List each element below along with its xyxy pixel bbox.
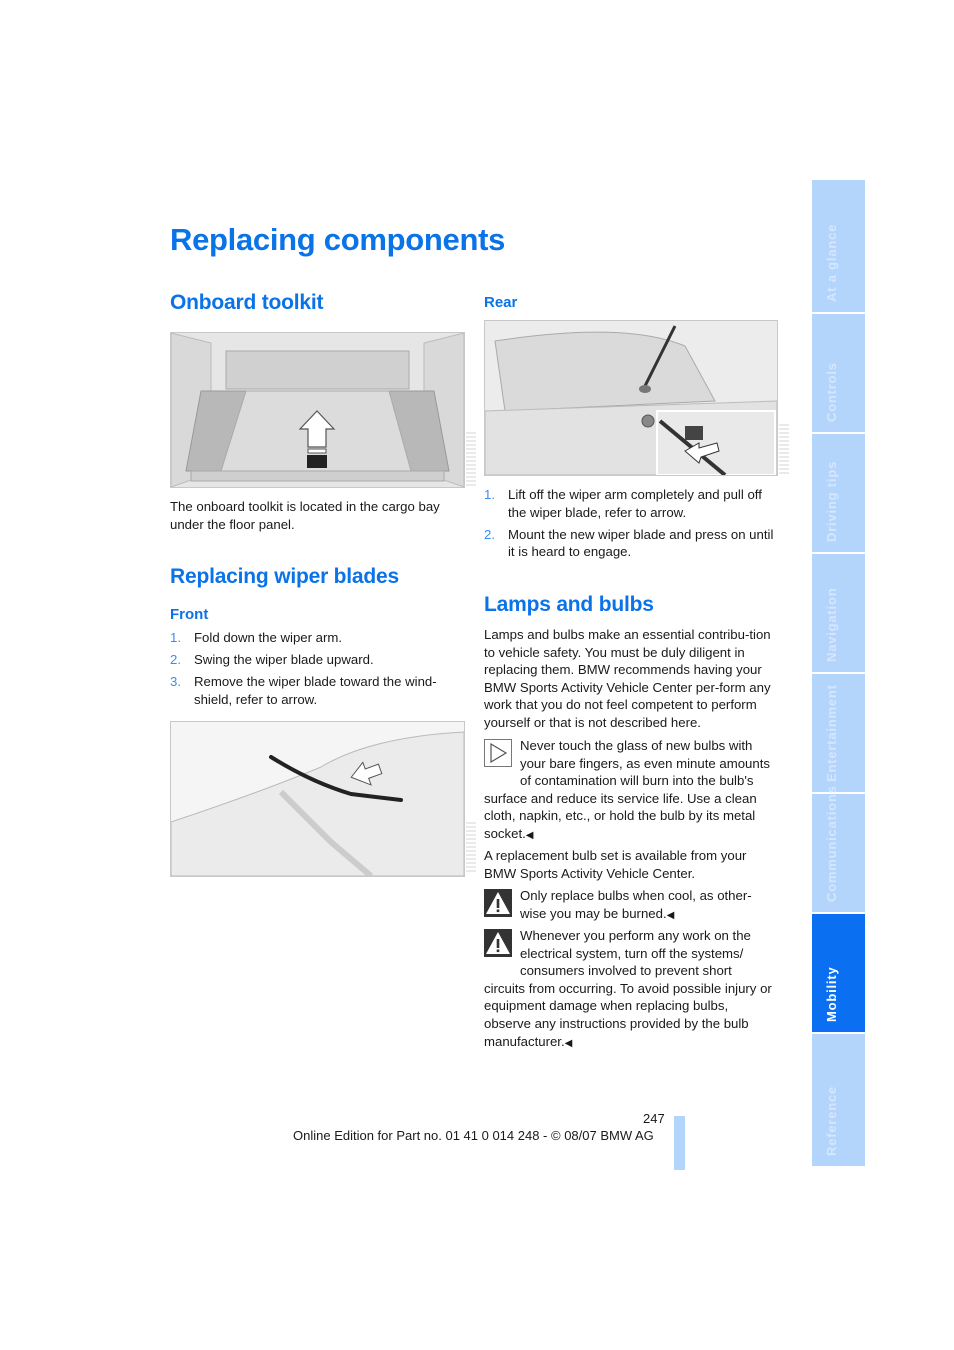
step-text: Swing the wiper blade upward. [194, 652, 374, 668]
front-wiper-illustration [170, 721, 465, 877]
step-text: Fold down the wiper arm. [194, 630, 343, 645]
list-item: 3. Remove the wiper blade toward the wind… [170, 673, 462, 708]
rear-heading: Rear [484, 294, 518, 311]
footer-text: Online Edition for Part no. 01 41 0 014 … [293, 1128, 654, 1143]
figure-code-mark [779, 424, 789, 474]
figure-code-mark [466, 822, 476, 874]
end-marker-icon: ◀ [564, 1037, 573, 1049]
list-item: 1. Lift off the wiper arm completely and … [484, 486, 776, 521]
warning-triangle-icon [484, 889, 512, 922]
warning-triangle-icon [484, 929, 512, 962]
step-text: Mount the new wiper blade and press on u… [508, 526, 774, 560]
front-steps-list: 1. Fold down the wiper arm. 2. Swing the w… [170, 629, 462, 713]
side-tab-label: Entertainment [823, 684, 839, 782]
step-number: 1. [484, 487, 495, 502]
footer-bar [674, 1116, 685, 1170]
warning-box-1: Only replace bulbs when cool, as other-w… [484, 887, 776, 924]
onboard-toolkit-text: The onboard toolkit is located in the ca… [170, 499, 440, 532]
list-item: 2. Mount the new wiper blade and press on… [484, 526, 776, 561]
list-item: 2. Swing the wiper blade upward. [170, 651, 462, 669]
side-tab-label: Mobility [823, 966, 839, 1022]
side-tab-label: Communications [823, 785, 839, 902]
warning-box-2: Whenever you perform any work on the ele… [484, 927, 776, 1052]
lamps-intro: Lamps and bulbs make an essential contri… [484, 627, 771, 730]
side-tab-navigation[interactable]: Navigation [812, 554, 865, 672]
page-title: Replacing components [170, 222, 506, 257]
warning-text-1: Only replace bulbs when cool, as other-w… [520, 888, 752, 921]
side-tab-label: Driving tips [823, 460, 839, 542]
front-heading: Front [170, 606, 209, 623]
end-marker-icon: ◀ [525, 829, 534, 841]
wiper-blades-heading: Replacing wiper blades [170, 565, 399, 588]
side-tab-label: Navigation [823, 587, 839, 662]
step-number: 2. [170, 652, 181, 668]
note-text: Never touch the glass of new bulbs with … [484, 738, 770, 841]
warning-text-2: Whenever you perform any work on the ele… [484, 928, 772, 1049]
side-tab-communications[interactable]: Communications [812, 785, 865, 912]
side-tab-reference[interactable]: Reference [812, 1034, 865, 1166]
side-tab-at-a-glance[interactable]: At a glance [812, 180, 865, 312]
step-number: 1. [170, 630, 181, 645]
figure-code-mark [466, 432, 476, 486]
step-number: 3. [170, 674, 181, 690]
note-box: Never touch the glass of new bulbs with … [484, 737, 776, 845]
side-tab-label: At a glance [823, 223, 839, 302]
side-tab-driving-tips[interactable]: Driving tips [812, 434, 865, 552]
side-tab-label: Reference [823, 1085, 839, 1156]
page-number: 247 [643, 1111, 665, 1126]
lamps-heading: Lamps and bulbs [484, 593, 654, 616]
replacement-text: A replacement bulb set is available from… [484, 848, 747, 881]
rear-steps-list: 1. Lift off the wiper arm completely and … [484, 486, 776, 565]
note-arrow-icon [484, 739, 512, 772]
side-tab-label: Controls [823, 362, 839, 422]
rear-wiper-illustration [484, 320, 778, 476]
list-item: 1. Fold down the wiper arm. [170, 629, 462, 647]
cargo-bay-illustration [170, 332, 465, 488]
side-tab-entertainment[interactable]: Entertainment [812, 674, 865, 792]
step-number: 2. [484, 526, 495, 542]
onboard-toolkit-heading: Onboard toolkit [170, 291, 324, 314]
step-text: Lift off the wiper arm completely and pu… [508, 487, 762, 520]
end-marker-icon: ◀ [666, 909, 675, 921]
step-text: Remove the wiper blade toward the wind-s… [194, 674, 437, 707]
side-tab-mobility[interactable]: Mobility [812, 914, 865, 1032]
side-tab-controls[interactable]: Controls [812, 314, 865, 432]
